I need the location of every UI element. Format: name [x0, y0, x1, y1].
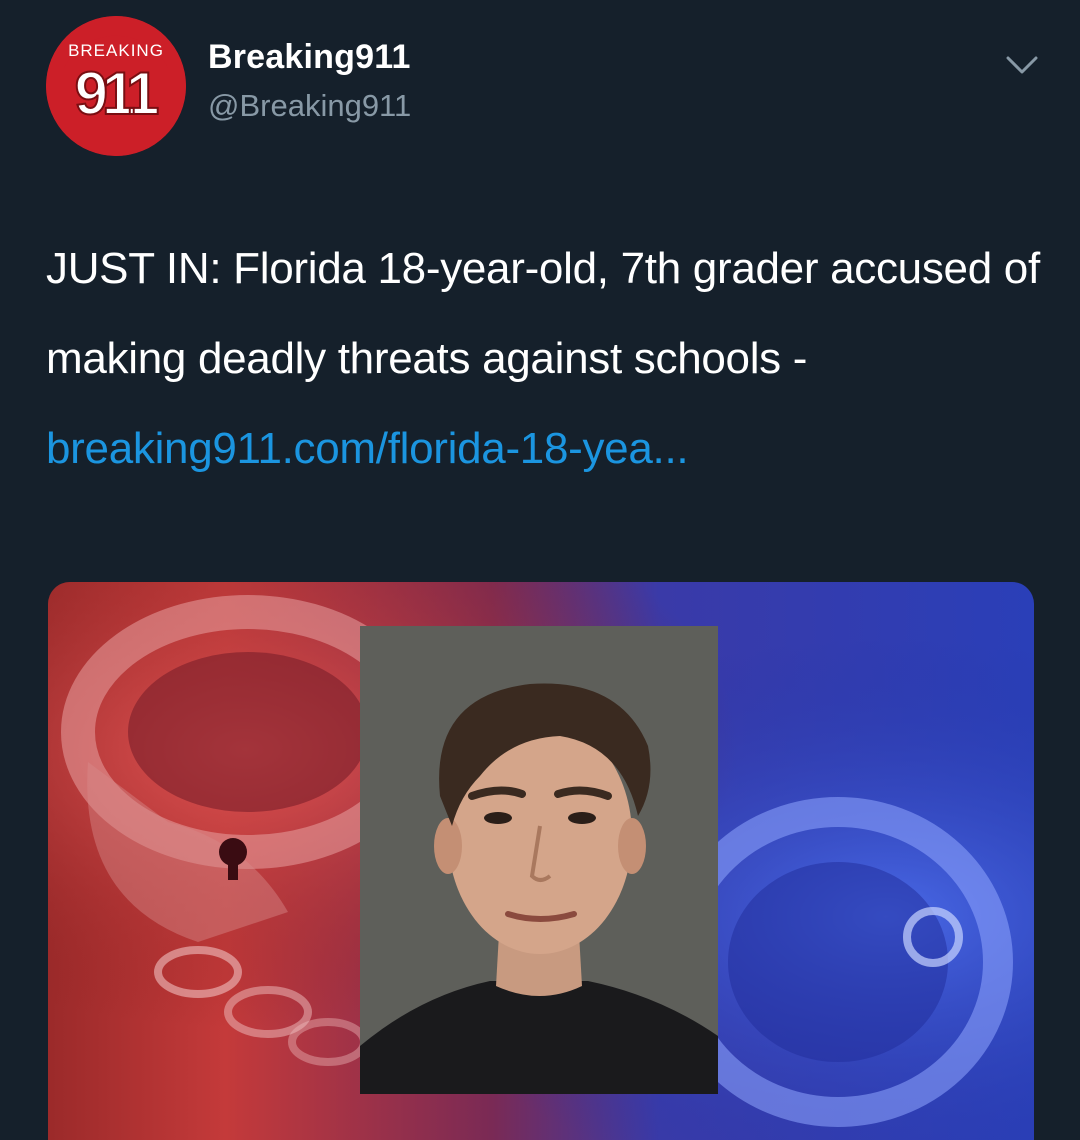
avatar-top-text: BREAKING: [68, 41, 164, 60]
avatar-number: 911: [75, 60, 158, 127]
tweet-card: BREAKING 911 Breaking911 @Breaking911 JU…: [0, 0, 1080, 1140]
tweet-body: JUST IN: Florida 18-year-old, 7th grader…: [46, 244, 1040, 383]
tweet-link[interactable]: breaking911.com/florida-18-yea...: [46, 424, 689, 473]
account-handle[interactable]: @Breaking911: [208, 88, 411, 124]
tweet-text: JUST IN: Florida 18-year-old, 7th grader…: [46, 224, 1046, 494]
tweet-media[interactable]: [48, 582, 1034, 1140]
avatar[interactable]: BREAKING 911: [46, 16, 186, 156]
display-name[interactable]: Breaking911: [208, 38, 411, 77]
chevron-down-icon[interactable]: [1002, 50, 1042, 80]
mugshot-photo: [360, 626, 718, 1094]
